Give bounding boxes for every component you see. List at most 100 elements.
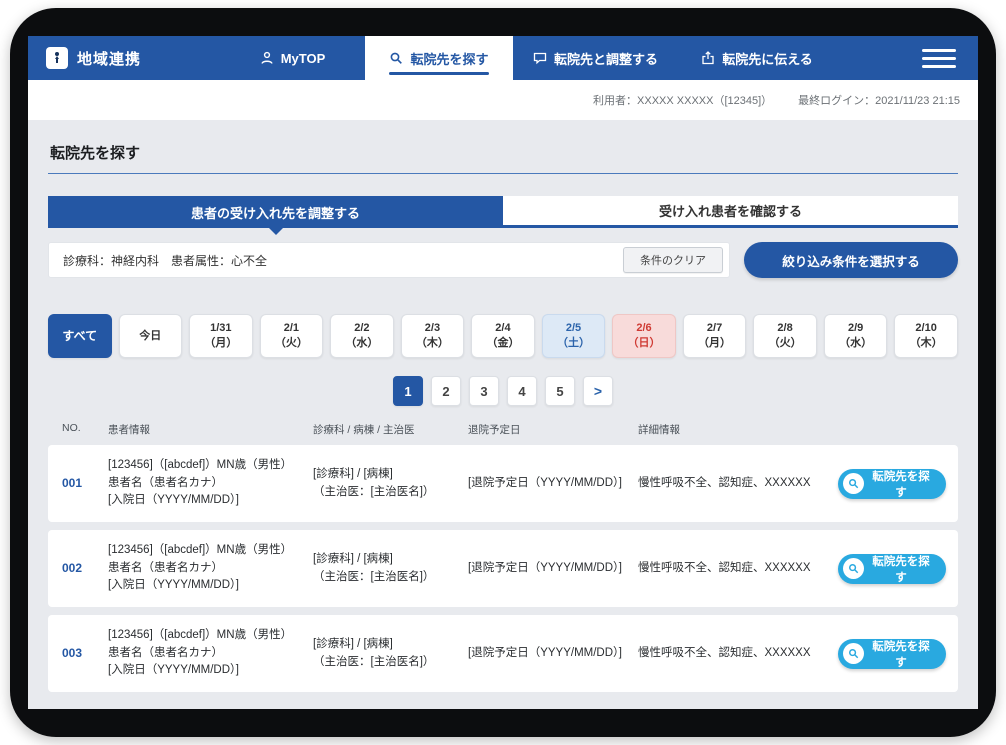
menu-icon[interactable] xyxy=(922,49,956,68)
day-label: （金） xyxy=(486,336,519,351)
patient-name-line: 患者名（患者名カナ） xyxy=(108,645,305,663)
date-label: 2/4 xyxy=(495,321,510,336)
date-label: 2/5 xyxy=(566,321,581,336)
table-row: 002 [123456]（[abcdef]）MN歳（男性） 患者名（患者名カナ）… xyxy=(48,530,958,607)
date-filter-2-6[interactable]: 2/6 （日） xyxy=(612,314,676,358)
person-logo-icon xyxy=(46,47,68,69)
clear-conditions-button[interactable]: 条件のクリア xyxy=(623,247,723,273)
search-icon xyxy=(843,643,864,664)
page-button-4[interactable]: 4 xyxy=(507,376,537,406)
date-filter-2-3[interactable]: 2/3 （木） xyxy=(401,314,465,358)
main-content: 転院先を探す 患者の受け入れ先を調整する 受け入れ患者を確認する 診療科：神経内… xyxy=(28,120,978,709)
header-patient: 患者情報 xyxy=(108,422,313,437)
date-filter-2-8[interactable]: 2/8 （火） xyxy=(753,314,817,358)
search-transfer-button[interactable]: 転院先を探す xyxy=(838,469,946,499)
search-transfer-button[interactable]: 転院先を探す xyxy=(838,639,946,669)
filter-row: 診療科：神経内科 患者属性：心不全 条件のクリア 絞り込み条件を選択する xyxy=(48,242,958,278)
admission-date-line: [入院日（YYYY/MM/DD）] xyxy=(108,662,305,680)
nav-item-tell-transfer[interactable]: 転院先に伝える xyxy=(678,36,836,80)
day-label: （月） xyxy=(698,336,731,351)
search-transfer-button[interactable]: 転院先を探す xyxy=(838,554,946,584)
patient-info-cell: [123456]（[abcdef]）MN歳（男性） 患者名（患者名カナ） [入院… xyxy=(108,457,313,510)
date-label: 今日 xyxy=(139,329,161,344)
department-cell: [診療科] / [病棟] （主治医：[主治医名]） xyxy=(313,466,468,502)
tab-confirm-patients[interactable]: 受け入れ患者を確認する xyxy=(503,196,958,228)
pagination: 1 2 3 4 5 > xyxy=(48,376,958,406)
page-button-2[interactable]: 2 xyxy=(431,376,461,406)
action-label: 転院先を探す xyxy=(872,638,930,670)
nav-item-label: 転院先に伝える xyxy=(722,49,813,68)
row-number: 003 xyxy=(62,644,108,663)
patient-name-line: 患者名（患者名カナ） xyxy=(108,560,305,578)
page-button-5[interactable]: 5 xyxy=(545,376,575,406)
patient-name-line: 患者名（患者名カナ） xyxy=(108,475,305,493)
date-label: 2/8 xyxy=(777,321,792,336)
discharge-date-cell: [退院予定日（YYYY/MM/DD）] xyxy=(468,645,638,663)
tab-adjust-acceptance[interactable]: 患者の受け入れ先を調整する xyxy=(48,196,503,228)
action-label: 転院先を探す xyxy=(872,468,930,500)
header-discharge: 退院予定日 xyxy=(468,422,638,437)
date-label: 2/1 xyxy=(284,321,299,336)
filter-conditions-text: 診療科：神経内科 患者属性：心不全 xyxy=(63,252,267,269)
action-cell: 転院先を探す xyxy=(838,639,958,669)
patient-id-line: [123456]（[abcdef]）MN歳（男性） xyxy=(108,542,305,560)
details-cell: 慢性呼吸不全、認知症、XXXXXX xyxy=(638,475,838,493)
page-button-3[interactable]: 3 xyxy=(469,376,499,406)
last-login-label: 最終ログイン：2021/11/23 21:15 xyxy=(798,92,960,108)
page-title: 転院先を探す xyxy=(50,142,958,163)
department-line: [診療科] / [病棟] xyxy=(313,636,460,654)
day-label: （月） xyxy=(204,336,237,351)
patient-info-cell: [123456]（[abcdef]）MN歳（男性） 患者名（患者名カナ） [入院… xyxy=(108,542,313,595)
action-cell: 転院先を探す xyxy=(838,554,958,584)
date-filter-all[interactable]: すべて xyxy=(48,314,112,358)
discharge-date-cell: [退院予定日（YYYY/MM/DD）] xyxy=(468,560,638,578)
day-label: （火） xyxy=(769,336,802,351)
date-label: 2/3 xyxy=(425,321,440,336)
patient-info-cell: [123456]（[abcdef]）MN歳（男性） 患者名（患者名カナ） [入院… xyxy=(108,627,313,680)
user-info-bar: 利用者：XXXXX XXXXX（[12345]） 最終ログイン：2021/11/… xyxy=(28,80,978,120)
patient-id-line: [123456]（[abcdef]）MN歳（男性） xyxy=(108,457,305,475)
app-title: 地域連携 xyxy=(77,48,141,69)
nav-item-search-transfer[interactable]: 転院先を探す xyxy=(365,36,513,80)
table-row: 001 [123456]（[abcdef]）MN歳（男性） 患者名（患者名カナ）… xyxy=(48,445,958,522)
date-filter-2-9[interactable]: 2/9 （水） xyxy=(824,314,888,358)
date-filter-2-1[interactable]: 2/1 （火） xyxy=(260,314,324,358)
date-filter-today[interactable]: 今日 xyxy=(119,314,183,358)
user-label: 利用者：XXXXX XXXXX（[12345]） xyxy=(593,92,772,108)
search-icon xyxy=(389,51,403,65)
title-divider xyxy=(48,173,958,174)
day-label: （水） xyxy=(839,336,872,351)
date-label: 1/31 xyxy=(210,321,231,336)
search-icon xyxy=(843,558,864,579)
action-cell: 転院先を探す xyxy=(838,469,958,499)
date-filter-2-5[interactable]: 2/5 （土） xyxy=(542,314,606,358)
header-department: 診療科 / 病棟 / 主治医 xyxy=(313,422,468,437)
date-filter-2-10[interactable]: 2/10 （木） xyxy=(894,314,958,358)
patient-id-line: [123456]（[abcdef]）MN歳（男性） xyxy=(108,627,305,645)
date-label: 2/2 xyxy=(354,321,369,336)
nav-item-label: MyTOP xyxy=(281,51,326,66)
details-cell: 慢性呼吸不全、認知症、XXXXXX xyxy=(638,645,838,663)
page-button-1[interactable]: 1 xyxy=(393,376,423,406)
next-page-button[interactable]: > xyxy=(583,376,613,406)
department-cell: [診療科] / [病棟] （主治医：[主治医名]） xyxy=(313,551,468,587)
date-filter-2-7[interactable]: 2/7 （月） xyxy=(683,314,747,358)
date-filter-2-4[interactable]: 2/4 （金） xyxy=(471,314,535,358)
doctor-line: （主治医：[主治医名]） xyxy=(313,484,460,502)
app-logo: 地域連携 xyxy=(28,36,208,80)
select-conditions-button[interactable]: 絞り込み条件を選択する xyxy=(744,242,958,278)
header-details: 詳細情報 xyxy=(638,422,838,437)
department-line: [診療科] / [病棟] xyxy=(313,466,460,484)
person-icon xyxy=(260,51,274,65)
doctor-line: （主治医：[主治医名]） xyxy=(313,569,460,587)
day-label: （木） xyxy=(416,336,449,351)
nav-item-coordinate-transfer[interactable]: 転院先と調整する xyxy=(513,36,678,80)
date-filter-1-31[interactable]: 1/31 （月） xyxy=(189,314,253,358)
table-row: 003 [123456]（[abcdef]）MN歳（男性） 患者名（患者名カナ）… xyxy=(48,615,958,692)
action-label: 転院先を探す xyxy=(872,553,930,585)
nav-item-mytop[interactable]: MyTOP xyxy=(220,36,365,80)
date-filter-2-2[interactable]: 2/2 （水） xyxy=(330,314,394,358)
chat-icon xyxy=(533,51,547,65)
app-screen: 地域連携 MyTOP 転院先を探す 転院先と調整する 転院先に伝える xyxy=(28,36,978,709)
nav-item-label: 転院先を探す xyxy=(410,49,488,68)
